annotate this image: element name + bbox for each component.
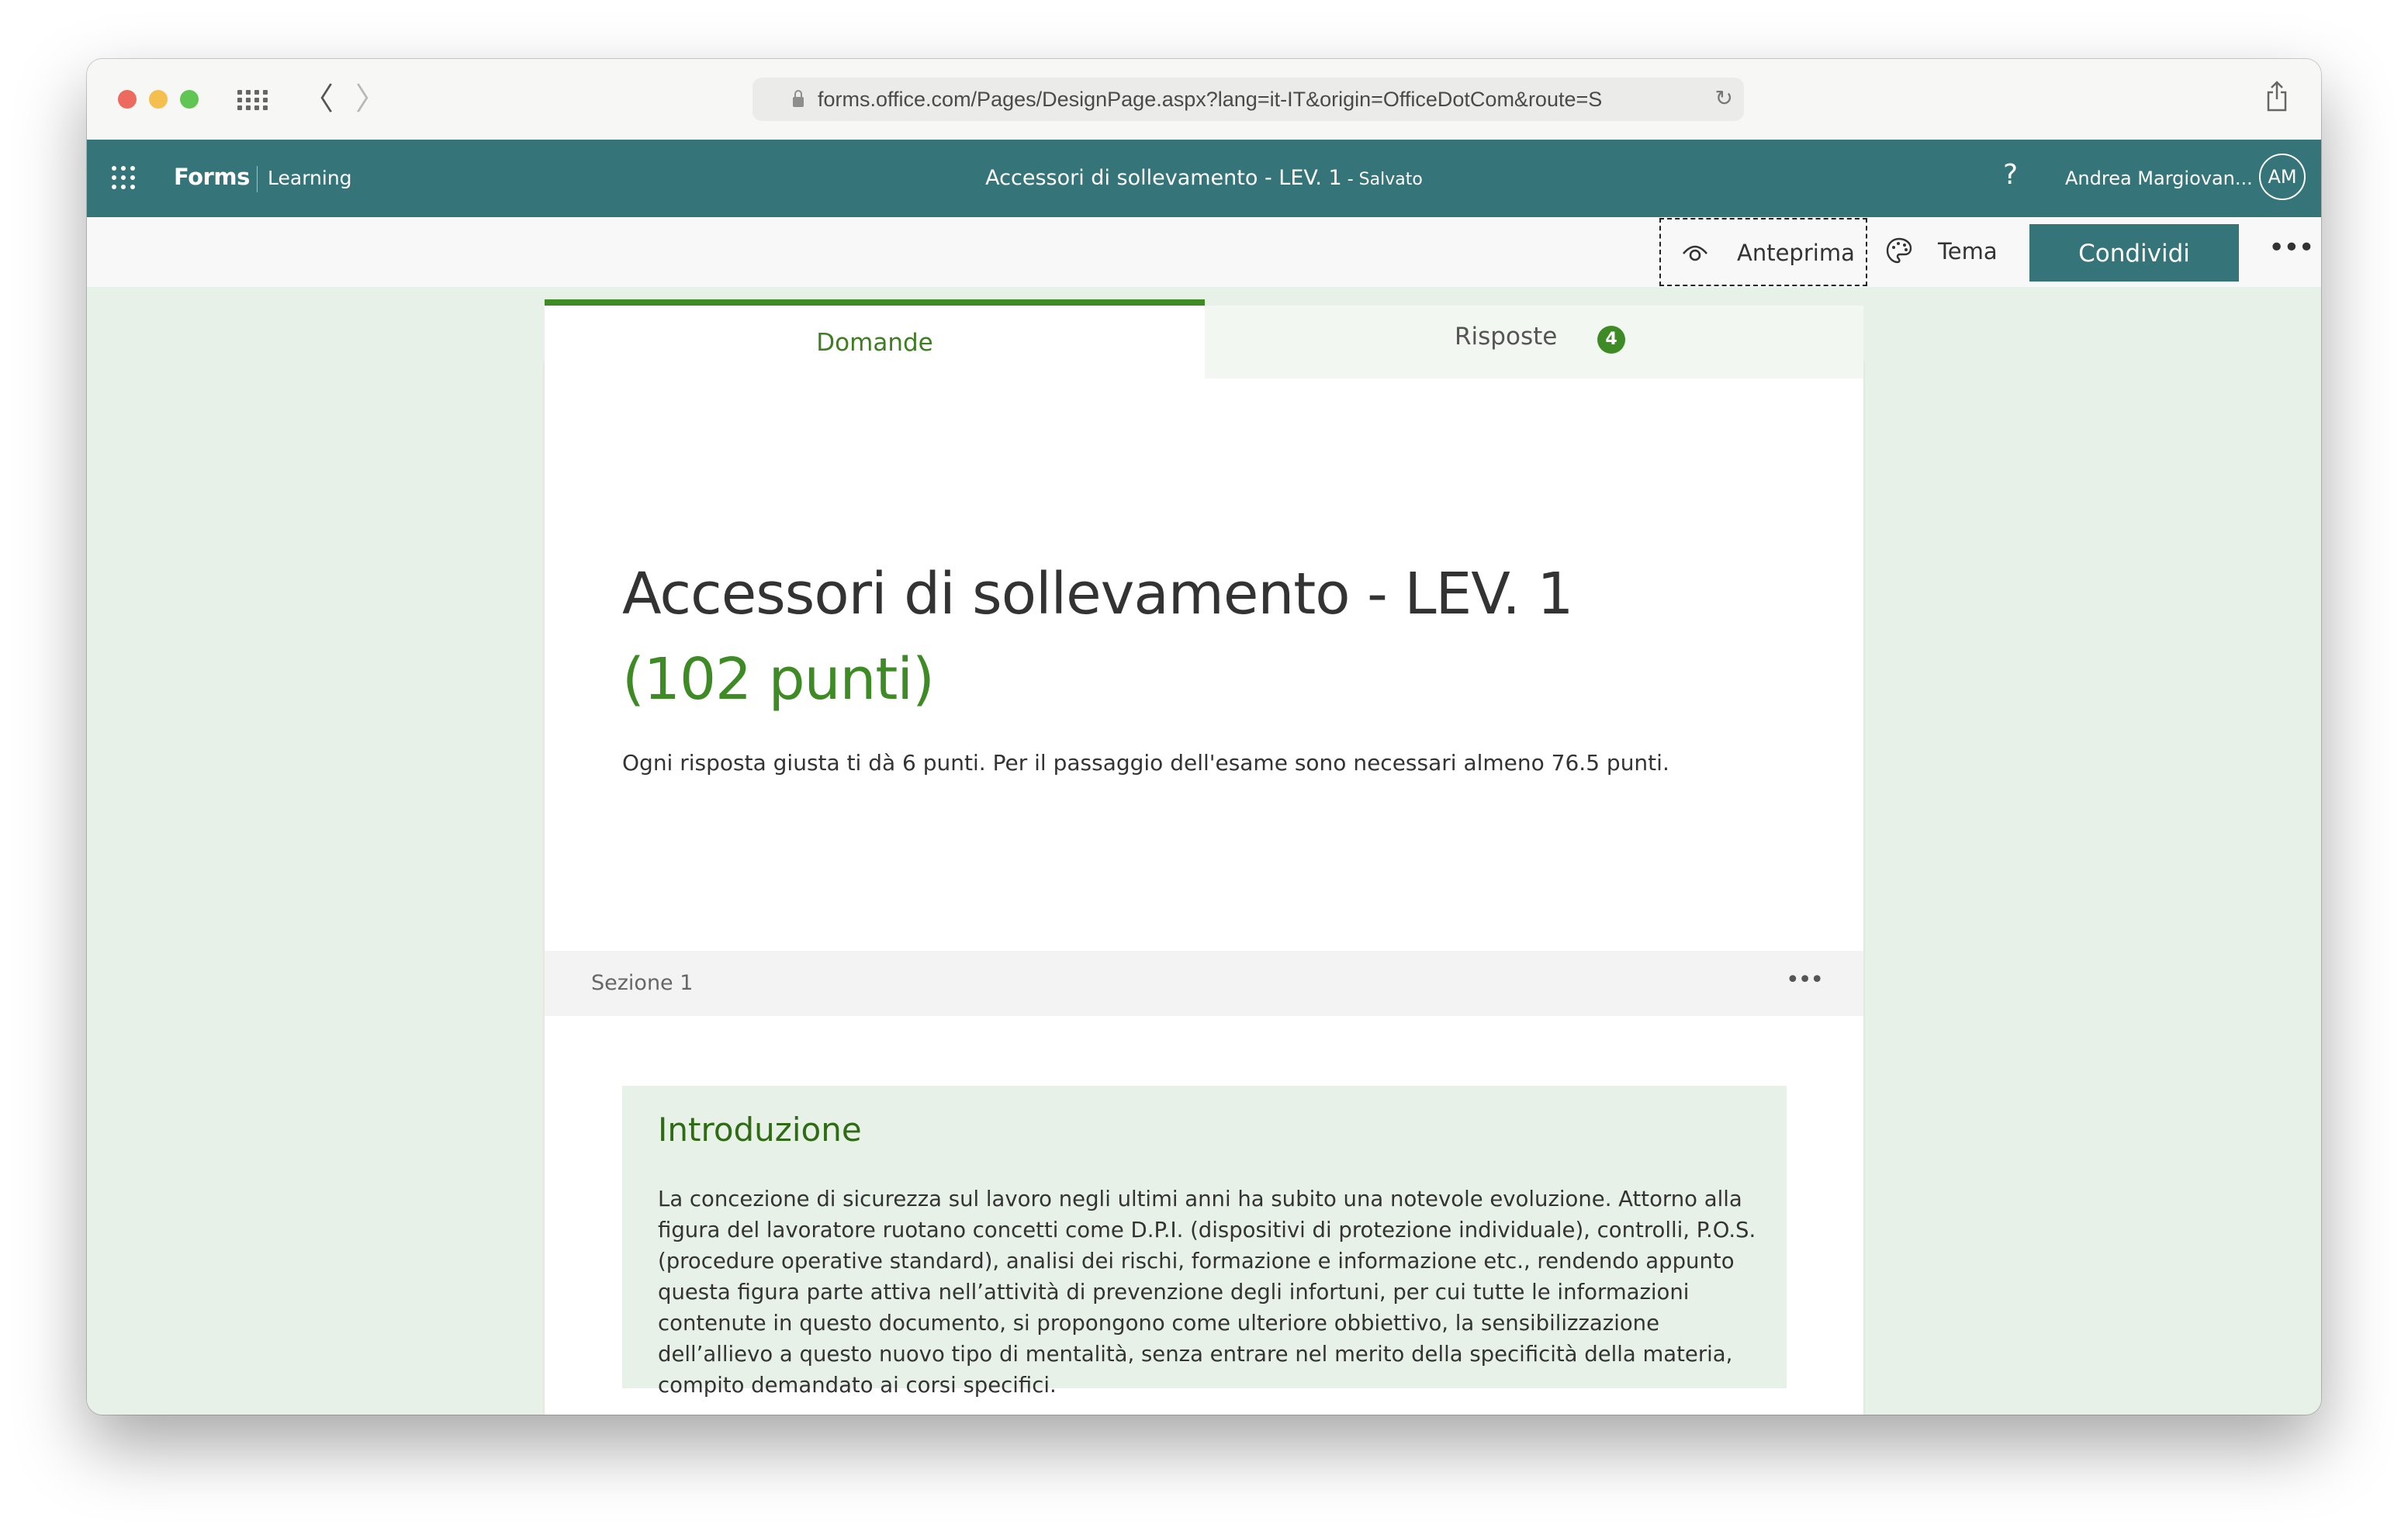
share-icon[interactable]: [2267, 81, 2287, 112]
browser-toolbar: 〈 〉 forms.office.com/Pages/DesignPage.as…: [87, 59, 2321, 140]
form-title-text: Accessori di sollevamento - LEV. 1: [622, 561, 1574, 627]
help-icon[interactable]: ?: [2003, 158, 2018, 192]
intro-block[interactable]: Introduzione La concezione di sicurezza …: [622, 1086, 1787, 1398]
browser-window: 〈 〉 forms.office.com/Pages/DesignPage.as…: [87, 59, 2321, 1415]
url-text[interactable]: forms.office.com/Pages/DesignPage.aspx?l…: [818, 87, 1602, 112]
tab-questions[interactable]: Domande: [545, 299, 1205, 378]
responses-count-badge: 4: [1597, 326, 1625, 354]
app-header: Forms Learning Accessori di sollevamento…: [87, 140, 2321, 217]
share-button[interactable]: Condividi: [2029, 224, 2239, 282]
address-bar[interactable]: forms.office.com/Pages/DesignPage.aspx?l…: [752, 78, 1744, 121]
form-description[interactable]: Ogni risposta giusta ti dà 6 punti. Per …: [622, 748, 1786, 779]
tab-responses-label: Risposte: [1455, 323, 1558, 351]
form-card: Accessori di sollevamento - LEV. 1 (102 …: [545, 361, 1863, 1415]
user-name[interactable]: Andrea Margiovan...: [2065, 164, 2253, 192]
back-button[interactable]: 〈: [303, 82, 334, 116]
document-title: Accessori di sollevamento - LEV. 1 - Sal…: [87, 164, 2321, 194]
more-options-icon[interactable]: •••: [2268, 233, 2315, 264]
reload-icon[interactable]: ↻: [1715, 85, 1733, 112]
minimize-window-button[interactable]: [149, 90, 168, 109]
tab-responses[interactable]: Risposte 4: [1205, 306, 1863, 378]
theme-label: Tema: [1938, 238, 1998, 264]
close-window-button[interactable]: [118, 90, 137, 109]
forward-button[interactable]: 〉: [355, 82, 386, 116]
palette-icon: [1886, 237, 1912, 264]
form-title[interactable]: Accessori di sollevamento - LEV. 1 (102 …: [622, 551, 1708, 722]
preview-label: Anteprima: [1737, 240, 1855, 266]
section-header: Sezione 1 •••: [545, 951, 1863, 1016]
intro-title: Introduzione: [658, 1111, 862, 1149]
preview-button[interactable]: Anteprima: [1659, 218, 1867, 286]
lock-icon: [793, 90, 804, 107]
save-status: - Salvato: [1341, 170, 1423, 189]
tab-questions-label: Domande: [816, 329, 933, 357]
section-label: Sezione 1: [591, 971, 694, 995]
tab-overview-icon[interactable]: [237, 90, 268, 110]
zoom-window-button[interactable]: [180, 90, 199, 109]
eye-icon: [1683, 245, 1707, 261]
theme-button[interactable]: Tema: [1879, 218, 2026, 286]
command-bar: Anteprima Tema Condividi •••: [87, 217, 2321, 287]
avatar[interactable]: AM: [2259, 154, 2306, 200]
form-canvas: Accessori di sollevamento - LEV. 1 (102 …: [87, 287, 2321, 1415]
tab-bar: Domande Risposte 4: [545, 299, 1863, 378]
document-title-text: Accessori di sollevamento - LEV. 1: [985, 166, 1342, 190]
section-more-icon[interactable]: •••: [1786, 965, 1824, 996]
form-points: (102 punti): [622, 646, 935, 713]
intro-text: La concezione di sicurezza sul lavoro ne…: [658, 1187, 1756, 1398]
